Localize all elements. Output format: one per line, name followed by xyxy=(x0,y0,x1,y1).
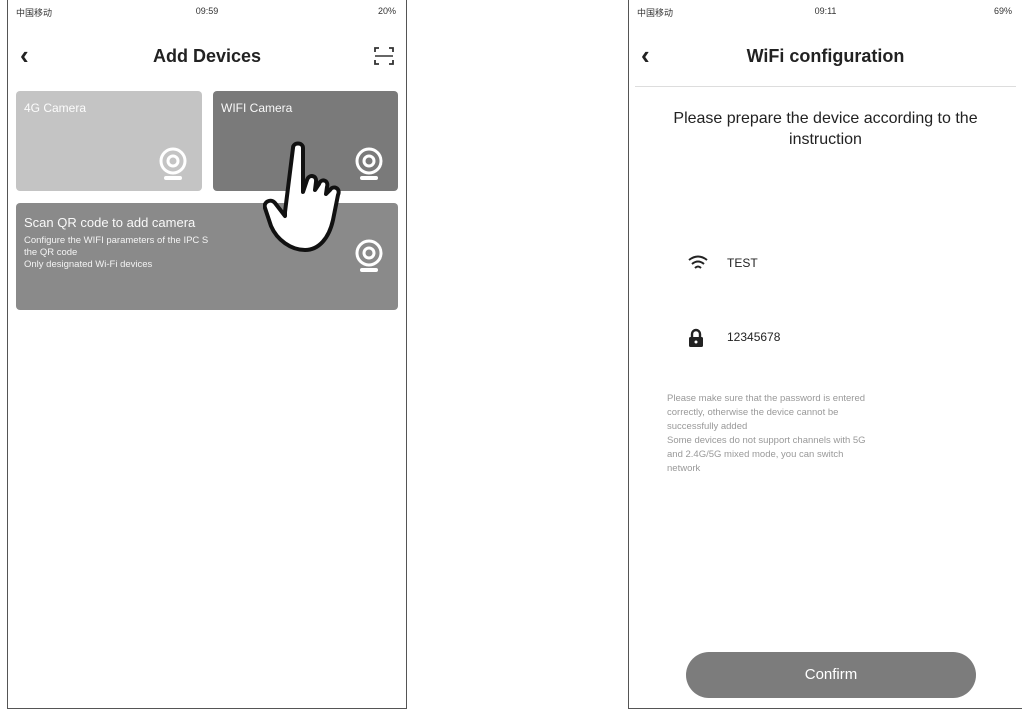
battery-label: 69% xyxy=(993,6,1012,16)
hint-line: Please make sure that the password is en… xyxy=(667,393,866,404)
hint-line: network xyxy=(667,463,701,474)
card-4g-camera[interactable]: 4G Camera xyxy=(16,91,202,191)
scan-icon[interactable] xyxy=(372,44,396,68)
card-label: 4G Camera xyxy=(24,101,87,115)
hint-line: Some devices do not support channels wit… xyxy=(667,435,866,446)
card-label: WIFI Camera xyxy=(221,101,293,115)
carrier-label: 中国移动 xyxy=(637,8,674,18)
status-bar: 中国移动 09:11 69% xyxy=(629,6,1022,20)
add-devices-screen: 中国移动 09:59 20% ‹ Add Devices 4G Camera W… xyxy=(7,0,407,709)
camera-icon xyxy=(355,239,383,272)
carrier-label: 中国移动 xyxy=(16,8,53,18)
header-divider xyxy=(635,86,1016,87)
instruction-line: Please prepare the device according to t… xyxy=(673,110,978,127)
battery-label: 20% xyxy=(377,6,396,16)
card-description: Configure the WIFI parameters of the IPC… xyxy=(24,235,284,271)
camera-icon xyxy=(159,147,187,180)
wifi-icon xyxy=(688,255,708,269)
hint-text: Please make sure that the password is en… xyxy=(667,392,967,476)
clock-label: 09:11 xyxy=(814,6,837,16)
wifi-configuration-screen: 中国移动 09:11 69% ‹ WiFi configuration Plea… xyxy=(628,0,1022,709)
nav-bar: ‹ WiFi configuration xyxy=(629,36,1022,76)
page-title: Add Devices xyxy=(152,46,262,66)
camera-icon xyxy=(355,147,383,180)
hint-line: successfully added xyxy=(667,421,748,432)
wifi-password-value[interactable]: 12345678 xyxy=(727,330,780,344)
hint-line: correctly, otherwise the device cannot b… xyxy=(667,407,839,418)
desc-line: Configure the WIFI parameters of the IPC… xyxy=(24,235,209,246)
wifi-ssid-row: TEST xyxy=(687,254,758,274)
wifi-password-row: 12345678 xyxy=(687,328,780,348)
hint-line: and 2.4G/5G mixed mode, you can switch xyxy=(667,449,844,460)
wifi-ssid-value[interactable]: TEST xyxy=(727,256,758,270)
card-title: Scan QR code to add camera xyxy=(24,215,196,230)
status-bar: 中国移动 09:59 20% xyxy=(8,6,406,20)
page-title: WiFi configuration xyxy=(746,46,905,66)
desc-line: Only designated Wi-Fi devices xyxy=(24,259,153,270)
nav-bar: ‹ Add Devices xyxy=(8,36,406,76)
instruction-line: instruction xyxy=(789,131,862,148)
clock-label: 09:59 xyxy=(195,6,219,16)
lock-icon xyxy=(689,328,703,347)
confirm-button[interactable]: Confirm xyxy=(686,652,976,698)
desc-line: the QR code xyxy=(24,247,78,258)
pointing-hand-icon xyxy=(263,141,341,252)
instruction-text: Please prepare the device according to t… xyxy=(629,108,1022,150)
